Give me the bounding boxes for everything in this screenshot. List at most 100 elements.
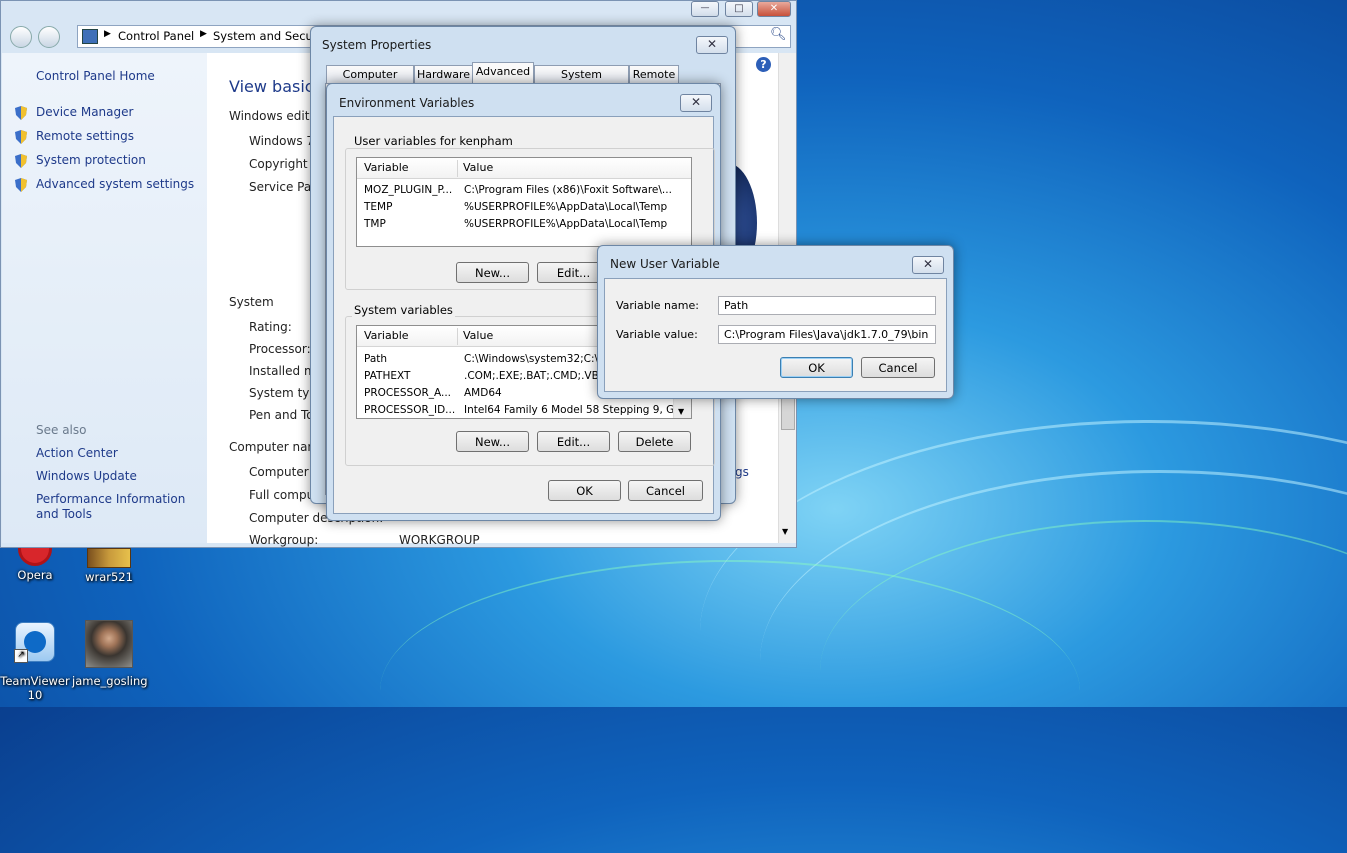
variable-cell: TEMP	[364, 201, 393, 213]
value-cell: Intel64 Family 6 Model 58 Stepping 9, G.…	[464, 404, 673, 416]
desktop-icon-jame-gosling[interactable]: jame_gosling	[72, 620, 148, 688]
advanced-system-settings-link[interactable]: Advanced system settings	[36, 177, 194, 191]
opera-icon	[18, 548, 52, 566]
help-icon[interactable]: ?	[756, 57, 771, 72]
user-variables-label: User variables for kenpham	[352, 134, 515, 148]
environment-variables-title: Environment Variables	[339, 96, 475, 110]
computer-row: Workgroup:	[249, 533, 319, 547]
list-item[interactable]: TEMP %USERPROFILE%\AppData\Local\Temp	[359, 199, 673, 216]
value-cell: AMD64	[464, 387, 502, 399]
environment-variables-close-button[interactable]: ✕	[680, 94, 712, 112]
desktop-icon-teamviewer[interactable]: ↗ TeamViewer 10	[0, 622, 70, 702]
variable-cell: PROCESSOR_ID...	[364, 404, 456, 416]
tab-hardware[interactable]: Hardware	[414, 65, 473, 84]
system-properties-close-button[interactable]: ✕	[696, 36, 728, 54]
column-header-value[interactable]: Value	[463, 329, 493, 342]
computer-section-label: Computer nam	[229, 440, 320, 454]
new-var-ok-button[interactable]: OK	[780, 357, 853, 378]
new-user-variable-title: New User Variable	[610, 257, 720, 271]
desktop-icon-opera[interactable]: Opera	[4, 548, 66, 582]
back-button[interactable]	[10, 26, 32, 48]
variable-cell: TMP	[364, 218, 386, 230]
value-cell: C:\Program Files (x86)\Foxit Software\..…	[464, 184, 672, 196]
shield-icon	[15, 130, 27, 144]
change-settings-link[interactable]: gs	[735, 465, 749, 479]
page-heading: View basic i	[229, 77, 324, 96]
tab-advanced[interactable]: Advanced	[472, 62, 534, 84]
user-list-header: Variable Value	[357, 158, 691, 179]
computer-row: Full compu	[249, 488, 315, 502]
system-row: Rating:	[249, 320, 292, 334]
breadcrumb-control-panel[interactable]: Control Panel	[118, 29, 194, 43]
device-manager-link[interactable]: Device Manager	[36, 105, 133, 119]
desktop-icon-wrar[interactable]: wrar521	[76, 548, 142, 584]
variable-cell: MOZ_PLUGIN_P...	[364, 184, 453, 196]
system-row: Pen and To	[249, 408, 314, 422]
forward-button[interactable]	[38, 26, 60, 48]
action-center-link[interactable]: Action Center	[36, 446, 118, 460]
desktop-icon-label: Opera	[17, 568, 53, 582]
desktop-icon-label: wrar521	[85, 570, 133, 584]
winrar-icon	[87, 548, 131, 568]
tab-system-protection[interactable]: System Protection	[534, 65, 629, 98]
list-item[interactable]: MOZ_PLUGIN_P... C:\Program Files (x86)\F…	[359, 182, 673, 199]
search-icon[interactable]: 🔍︎	[770, 27, 787, 42]
system-row: Processor:	[249, 342, 311, 356]
column-header-variable[interactable]: Variable	[364, 161, 409, 174]
control-panel-icon	[82, 29, 98, 44]
value-cell: %USERPROFILE%\AppData\Local\Temp	[464, 218, 668, 230]
windows-update-link[interactable]: Windows Update	[36, 469, 137, 483]
value-cell: C:\Windows\system32;C:\W	[464, 353, 609, 365]
breadcrumb-arrow-icon: ▶	[200, 29, 207, 39]
desktop-icon-label: TeamViewer 10	[0, 674, 70, 702]
system-properties-title: System Properties	[322, 38, 432, 52]
left-nav-pane: Control Panel Home Device Manager Remote…	[2, 53, 207, 543]
remote-settings-link[interactable]: Remote settings	[36, 129, 134, 143]
maximize-button[interactable]: □	[725, 1, 753, 17]
edition-line: Windows 7	[249, 134, 315, 148]
variable-value-input[interactable]: C:\Program Files\Java\jdk1.7.0_79\bin	[718, 325, 936, 344]
column-header-value[interactable]: Value	[463, 161, 493, 174]
breadcrumb-system-security[interactable]: System and Securi	[213, 29, 321, 43]
control-panel-home-link[interactable]: Control Panel Home	[36, 69, 155, 83]
tab-computer-name[interactable]: Computer Name	[326, 65, 414, 98]
variable-cell: PROCESSOR_A...	[364, 387, 452, 399]
user-new-button[interactable]: New...	[456, 262, 529, 283]
close-button[interactable]: ✕	[757, 1, 791, 17]
scroll-thumb[interactable]	[781, 398, 795, 430]
system-delete-button[interactable]: Delete	[618, 431, 691, 452]
performance-info-link[interactable]: Performance Information and Tools	[36, 492, 201, 522]
system-edit-button[interactable]: Edit...	[537, 431, 610, 452]
desktop-icon-label: jame_gosling	[72, 674, 148, 688]
workgroup-value: WORKGROUP	[399, 533, 480, 547]
variable-cell: PATHEXT	[364, 370, 411, 382]
env-cancel-button[interactable]: Cancel	[628, 480, 703, 501]
see-also-label: See also	[36, 423, 87, 437]
list-item[interactable]: PROCESSOR_ID... Intel64 Family 6 Model 5…	[359, 402, 673, 419]
list-item[interactable]: TMP %USERPROFILE%\AppData\Local\Temp	[359, 216, 673, 233]
tab-remote[interactable]: Remote	[629, 65, 679, 84]
teamviewer-icon: ↗	[14, 622, 55, 663]
scroll-down-arrow-icon[interactable]: ▼	[678, 407, 684, 416]
variable-name-label: Variable name:	[616, 299, 699, 312]
new-user-variable-dialog: New User Variable ✕ Variable name: Path …	[597, 245, 954, 399]
column-header-variable[interactable]: Variable	[364, 329, 409, 342]
edition-label: Windows editio	[229, 109, 321, 123]
env-ok-button[interactable]: OK	[548, 480, 621, 501]
system-section-label: System	[229, 295, 274, 309]
scroll-down-arrow-icon[interactable]: ▼	[782, 527, 788, 536]
user-variables-list[interactable]: Variable Value MOZ_PLUGIN_P... C:\Progra…	[356, 157, 692, 247]
value-cell: .COM;.EXE;.BAT;.CMD;.VBS	[464, 370, 606, 382]
variable-name-input[interactable]: Path	[718, 296, 936, 315]
new-user-variable-close-button[interactable]: ✕	[912, 256, 944, 274]
photo-icon	[85, 620, 133, 668]
system-new-button[interactable]: New...	[456, 431, 529, 452]
variable-value-label: Variable value:	[616, 328, 698, 341]
breadcrumb-arrow-icon: ▶	[104, 29, 111, 39]
shield-icon	[15, 178, 27, 192]
system-protection-link[interactable]: System protection	[36, 153, 146, 167]
shield-icon	[15, 106, 27, 120]
new-var-cancel-button[interactable]: Cancel	[861, 357, 935, 378]
minimize-button[interactable]: —	[691, 1, 719, 17]
value-cell: %USERPROFILE%\AppData\Local\Temp	[464, 201, 668, 213]
